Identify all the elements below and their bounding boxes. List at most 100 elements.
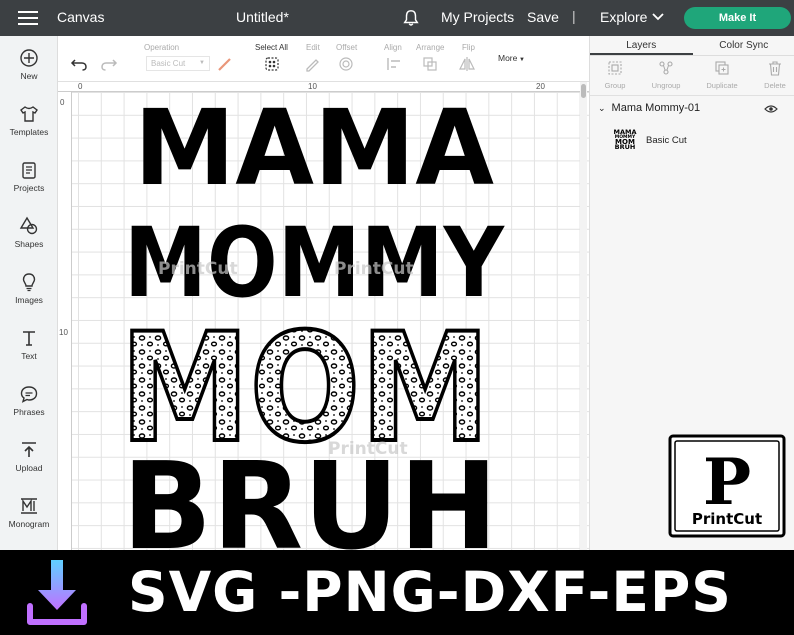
projects-icon [22,162,36,179]
operation-value: Basic Cut [151,59,186,68]
ungroup-button[interactable]: Ungroup [641,60,691,90]
ruler-tick: 0 [60,98,65,107]
ungroup-label: Ungroup [651,81,681,90]
explore-menu[interactable]: Explore [600,9,647,25]
offset-label: Offset [336,43,358,52]
chevron-down-icon: ▼ [517,57,525,63]
ruler-tick: 0 [78,82,83,91]
logo-name: PrintCut [692,510,762,528]
top-bar: Canvas Untitled* My Projects Save | Expl… [0,0,794,36]
file-formats-text: SVG -PNG-DXF-EPS [128,560,732,624]
layer-group-name: Mama Mommy-01 [611,102,701,114]
more-label: More [498,53,518,63]
operation-select[interactable]: Basic Cut ▼ [146,56,210,71]
ruler-tick: 10 [59,328,68,337]
align-label: Align [384,43,402,52]
sidebar-item-label: Upload [15,463,43,473]
ruler-left: 0 10 [58,92,72,550]
sidebar-item-upload[interactable]: Upload [0,430,58,486]
group-icon [608,61,622,75]
select-all-label[interactable]: Select All [255,43,288,52]
my-projects-link[interactable]: My Projects [441,9,514,25]
speech-bubble-icon [20,386,38,403]
panel-tabs: Layers Color Sync [590,36,794,56]
save-button[interactable]: Save [527,9,559,25]
sidebar-item-new[interactable]: New [0,38,58,94]
trash-icon [769,61,781,76]
text-icon [23,331,35,346]
align-icon[interactable] [386,56,404,72]
canvas-scrollbar[interactable] [580,82,587,550]
ruler-tick: 10 [308,82,317,91]
layer-actions: Group Ungroup Duplicate Delete [590,56,794,96]
arrange-label: Arrange [416,43,445,52]
scrollbar-thumb[interactable] [581,84,586,98]
plus-circle-icon [20,49,38,67]
nav-separator: | [572,8,576,24]
document-title[interactable]: Untitled* [236,9,289,25]
duplicate-label: Duplicate [706,81,738,90]
sidebar-item-images[interactable]: Images [0,262,58,318]
flip-icon[interactable] [458,56,476,72]
edit-toolbar: Operation Basic Cut ▼ Select All Edit Off… [58,36,589,82]
sidebar-item-label: New [20,71,38,81]
lightbulb-icon [22,273,36,292]
bell-icon[interactable] [402,9,420,27]
more-menu[interactable]: More ▼ [498,53,525,63]
undo-icon[interactable] [70,56,88,72]
group-label: Group [604,81,626,90]
delete-button[interactable]: Delete [750,60,794,90]
edit-pen-icon[interactable] [304,56,322,72]
format-banner: SVG -PNG-DXF-EPS [0,550,794,635]
redo-icon[interactable] [100,56,118,72]
sidebar-item-label: Shapes [14,239,44,249]
sidebar-item-label: Projects [13,183,45,193]
make-it-button[interactable]: Make It [684,7,791,29]
pen-color-icon[interactable] [216,56,234,72]
sidebar-item-label: Templates [9,127,49,137]
select-all-icon[interactable] [263,56,281,72]
left-sidebar: New Templates Projects Shapes Images Tex… [0,36,58,550]
sidebar-item-label: Monogram [8,519,50,529]
ruler-top: 0 10 20 [58,82,589,92]
sidebar-item-projects[interactable]: Projects [0,150,58,206]
menu-icon[interactable] [18,11,38,25]
chevron-down-icon[interactable]: ⌄ [598,103,606,113]
sidebar-item-templates[interactable]: Templates [0,94,58,150]
upload-icon [22,442,36,457]
tab-layers[interactable]: Layers [590,36,693,55]
operation-label: Operation [144,43,180,52]
duplicate-icon [715,61,729,75]
layer-group[interactable]: ⌄ Mama Mommy-01 [598,102,700,114]
sidebar-item-label: Text [21,351,37,361]
sidebar-item-label: Images [15,295,43,305]
layer-item[interactable]: MAMA MOMMY MOM BRUH Basic Cut [614,128,687,152]
sidebar-item-monogram[interactable]: Monogram [0,486,58,542]
eye-icon[interactable] [764,104,778,114]
duplicate-button[interactable]: Duplicate [697,60,747,90]
thumb-line: BRUH [614,143,636,151]
sidebar-item-shapes[interactable]: Shapes [0,206,58,262]
offset-icon[interactable] [338,56,356,72]
group-button[interactable]: Group [590,60,640,90]
sidebar-item-label: Phrases [13,407,45,417]
ruler-tick: 20 [536,82,545,91]
delete-label: Delete [764,81,786,90]
design-canvas[interactable] [58,82,589,550]
ungroup-icon [659,61,673,75]
edit-label: Edit [306,43,320,52]
sidebar-item-phrases[interactable]: Phrases [0,374,58,430]
arrange-icon[interactable] [422,56,440,72]
printcut-logo: P PrintCut [668,434,786,540]
sidebar-item-text[interactable]: Text [0,318,58,374]
flip-label: Flip [462,43,475,52]
monogram-icon [21,498,37,514]
chevron-down-icon: ▼ [199,60,205,66]
layer-item-name: Basic Cut [646,134,687,146]
chevron-down-icon[interactable] [652,13,664,21]
layer-thumbnail: MAMA MOMMY MOM BRUH [614,128,637,152]
download-icon [27,560,87,625]
shapes-icon [19,216,38,235]
tab-color-sync[interactable]: Color Sync [693,36,794,55]
app-title: Canvas [57,9,105,25]
